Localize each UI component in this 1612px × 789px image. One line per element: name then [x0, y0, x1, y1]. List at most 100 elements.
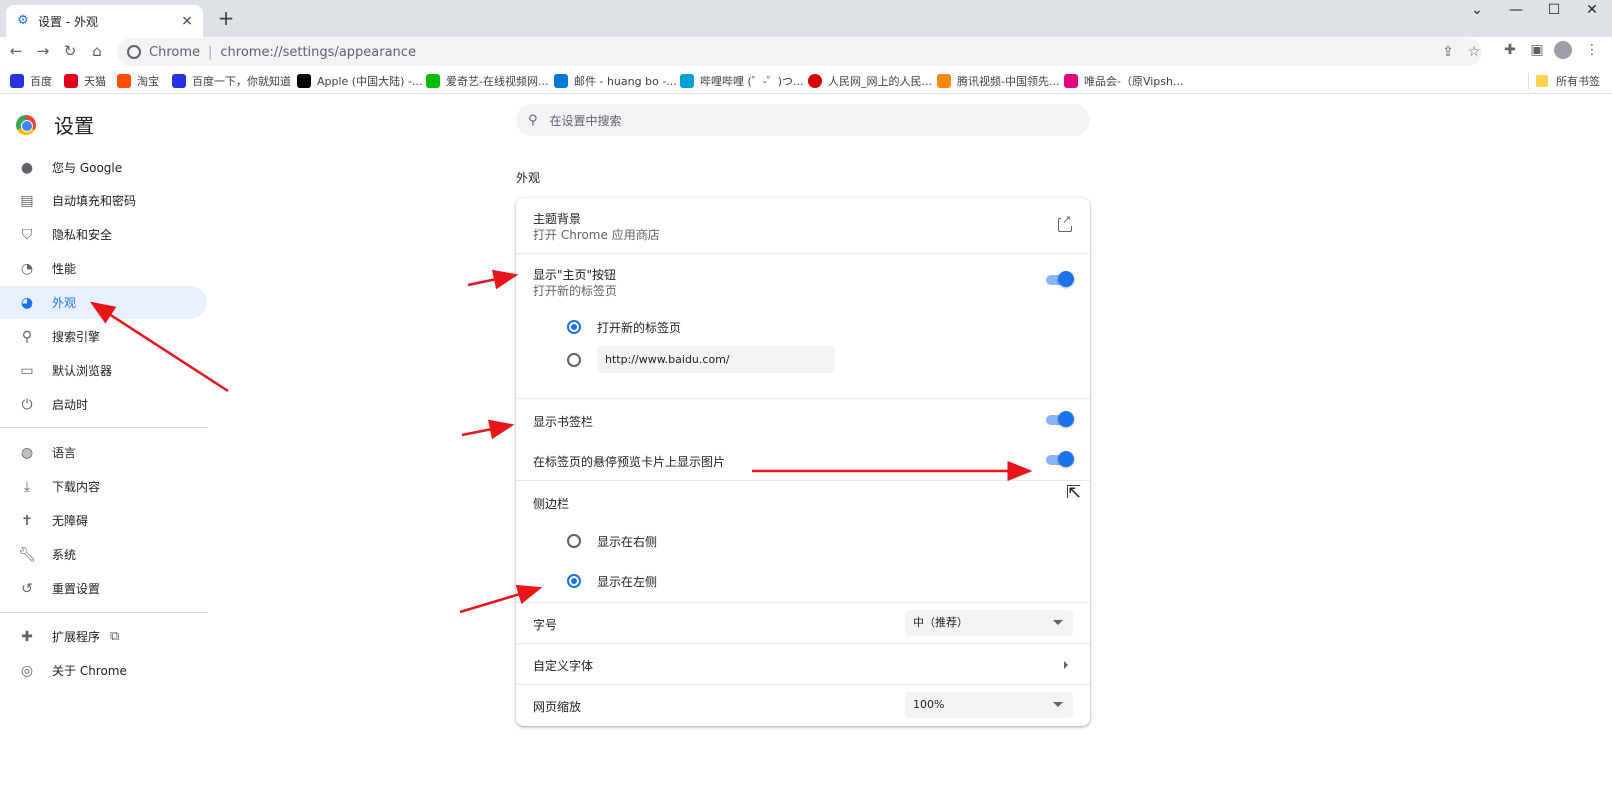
- new-tab-button[interactable]: +: [215, 8, 237, 30]
- home-url-input[interactable]: http://www.baidu.com/: [597, 346, 835, 373]
- bookmark-label: 腾讯视频-中国领先...: [957, 75, 1060, 88]
- reload-button[interactable]: ↻: [59, 40, 81, 62]
- shield-icon: ⛉: [21, 226, 33, 243]
- sidebar-item-you-and-google[interactable]: ● 您与 Google: [0, 151, 207, 184]
- sidebar-item-label: 语言: [52, 446, 77, 460]
- sidebar-item-system[interactable]: 🔧︎ 系统: [0, 538, 207, 571]
- sidebar-item-performance[interactable]: ◔ 性能: [0, 252, 207, 285]
- open-in-new-icon[interactable]: [1058, 213, 1073, 232]
- bookmark-item[interactable]: 腾讯视频-中国领先...: [937, 72, 1059, 90]
- tab-title: 设置 - 外观: [38, 14, 98, 29]
- bookmark-item[interactable]: 爱奇艺-在线视频网...: [426, 72, 548, 90]
- bookmark-item[interactable]: 百度: [10, 72, 52, 90]
- radio-new-tab[interactable]: [567, 320, 581, 334]
- home-button-sublabel: 打开新的标签页: [533, 284, 618, 298]
- bookmarks-bar-row[interactable]: 显示书签栏: [516, 398, 1090, 439]
- sidebar-item-search-engine[interactable]: ⚲ 搜索引擎: [0, 320, 207, 353]
- tab-close-icon[interactable]: ×: [179, 13, 195, 29]
- forward-button[interactable]: →: [32, 40, 54, 62]
- sidebar-item-default-browser[interactable]: ▭ 默认浏览器: [0, 354, 207, 387]
- bookmark-item[interactable]: 人民网_网上的人民...: [808, 72, 932, 90]
- sidebar-item-extensions[interactable]: ✚ 扩展程序 ⧉: [0, 620, 207, 653]
- bookmarks-bar: 百度 天猫 淘宝 百度一下，你就知道 Apple (中国大陆) -... 爱奇艺…: [0, 68, 1612, 94]
- back-button[interactable]: ←: [5, 40, 27, 62]
- sidebar-item-autofill[interactable]: ▤ 自动填充和密码: [0, 184, 207, 217]
- sidebar-item-accessibility[interactable]: ✝ 无障碍: [0, 504, 207, 537]
- custom-fonts-row[interactable]: 自定义字体: [516, 643, 1090, 684]
- bookmark-item[interactable]: Apple (中国大陆) -...: [297, 72, 422, 90]
- home-button-toggle[interactable]: [1046, 271, 1074, 287]
- sidebar-item-label: 您与 Google: [52, 161, 123, 175]
- sidebar-item-label: 关于 Chrome: [52, 664, 127, 678]
- extensions-icon[interactable]: ✚: [1500, 40, 1520, 60]
- bookmark-item[interactable]: 邮件 - huang bo -...: [554, 72, 677, 90]
- radio-side-panel-right-label: 显示在右侧: [597, 535, 658, 549]
- outlook-icon: [554, 74, 568, 88]
- power-icon: ⏻: [21, 396, 33, 413]
- bookmark-label: 百度一下，你就知道: [192, 75, 291, 88]
- bookmark-star-icon[interactable]: ☆: [1465, 43, 1483, 61]
- sidebar-item-appearance[interactable]: ◕ 外观: [0, 286, 207, 319]
- address-bar[interactable]: Chrome | chrome://settings/appearance ⇪ …: [117, 38, 1482, 66]
- all-bookmarks-label: 所有书签: [1556, 75, 1600, 88]
- bookmark-item[interactable]: 唯品会-（原Vipsh...: [1064, 72, 1183, 90]
- menu-kebab-icon[interactable]: ⋮: [1582, 40, 1602, 60]
- sidebar-item-on-startup[interactable]: ⏻ 启动时: [0, 388, 207, 421]
- bookmarks-bar-label: 显示书签栏: [533, 415, 594, 429]
- tab-hover-preview-label: 在标签页的悬停预览卡片上显示图片: [533, 455, 726, 469]
- search-icon: ⚲: [528, 112, 538, 128]
- mouse-cursor-icon: ⇱: [1066, 482, 1082, 503]
- sidebar-item-reset[interactable]: ↺ 重置设置: [0, 572, 207, 605]
- bookmark-label: 天猫: [84, 75, 106, 88]
- tab-search-chevron-icon[interactable]: ⌄: [1457, 0, 1497, 22]
- browser-icon: ▭: [20, 362, 34, 379]
- sidebar-item-languages[interactable]: ◍ 语言: [0, 436, 207, 469]
- bookmark-item[interactable]: 百度一下，你就知道: [172, 72, 291, 90]
- page-zoom-select[interactable]: 100%: [905, 692, 1073, 718]
- minimize-button[interactable]: —: [1496, 0, 1536, 22]
- apple-icon: [297, 74, 311, 88]
- baidu-icon: [10, 74, 24, 88]
- bookmark-label: 爱奇艺-在线视频网...: [446, 75, 549, 88]
- tab-hover-preview-toggle[interactable]: [1046, 451, 1074, 467]
- font-size-select[interactable]: 中（推荐）: [905, 610, 1073, 636]
- wrench-icon: 🔧︎: [18, 546, 36, 563]
- profile-avatar[interactable]: [1554, 41, 1572, 59]
- radio-side-panel-left[interactable]: [567, 574, 581, 588]
- radio-side-panel-right[interactable]: [567, 534, 581, 548]
- sidebar-item-label: 默认浏览器: [52, 364, 113, 378]
- tab-settings[interactable]: ⚙ 设置 - 外观 ×: [6, 5, 203, 37]
- theme-row[interactable]: 主题背景 打开 Chrome 应用商店: [516, 198, 1090, 253]
- bookmarks-divider: [1528, 73, 1529, 89]
- speedometer-icon: ◔: [20, 260, 34, 277]
- iqiyi-icon: [426, 74, 440, 88]
- omnibox-label: Chrome: [149, 44, 200, 60]
- omnibox-separator: |: [208, 44, 213, 60]
- font-size-label: 字号: [533, 618, 558, 632]
- maximize-button[interactable]: ☐: [1534, 0, 1574, 22]
- share-icon[interactable]: ⇪: [1439, 43, 1457, 61]
- bookmarks-bar-toggle[interactable]: [1046, 411, 1074, 427]
- bookmark-item[interactable]: 天猫: [64, 72, 106, 90]
- page-zoom-value: 100%: [913, 698, 945, 711]
- close-window-button[interactable]: ✕: [1572, 0, 1612, 22]
- accessibility-icon: ✝: [21, 512, 33, 529]
- person-icon: ●: [20, 159, 34, 176]
- sidebar-item-about-chrome[interactable]: ◎ 关于 Chrome: [0, 654, 207, 687]
- chrome-icon: ◎: [20, 662, 34, 679]
- url-text[interactable]: chrome://settings/appearance: [220, 45, 416, 60]
- bookmark-item[interactable]: 淘宝: [117, 72, 159, 90]
- bookmark-item[interactable]: 哔哩哔哩 (゜-゜)つ...: [680, 72, 804, 90]
- side-panel-icon[interactable]: ▣: [1527, 40, 1547, 60]
- all-bookmarks-button[interactable]: 所有书签: [1536, 72, 1600, 90]
- home-button-label: 显示"主页"按钮: [533, 268, 617, 282]
- sidebar-item-downloads[interactable]: ⤓ 下载内容: [0, 470, 207, 503]
- side-panel-row: 侧边栏 显示在右侧 显示在左侧: [516, 480, 1090, 600]
- home-button[interactable]: ⌂: [86, 40, 108, 62]
- sidebar-item-label: 性能: [52, 262, 77, 276]
- bookmark-label: 邮件 - huang bo -...: [574, 75, 677, 88]
- radio-custom-url[interactable]: [567, 353, 581, 367]
- sidebar-item-privacy[interactable]: ⛉ 隐私和安全: [0, 218, 207, 251]
- tab-hover-preview-row[interactable]: 在标签页的悬停预览卡片上显示图片: [516, 439, 1090, 480]
- settings-search[interactable]: ⚲ 在设置中搜索: [516, 104, 1090, 136]
